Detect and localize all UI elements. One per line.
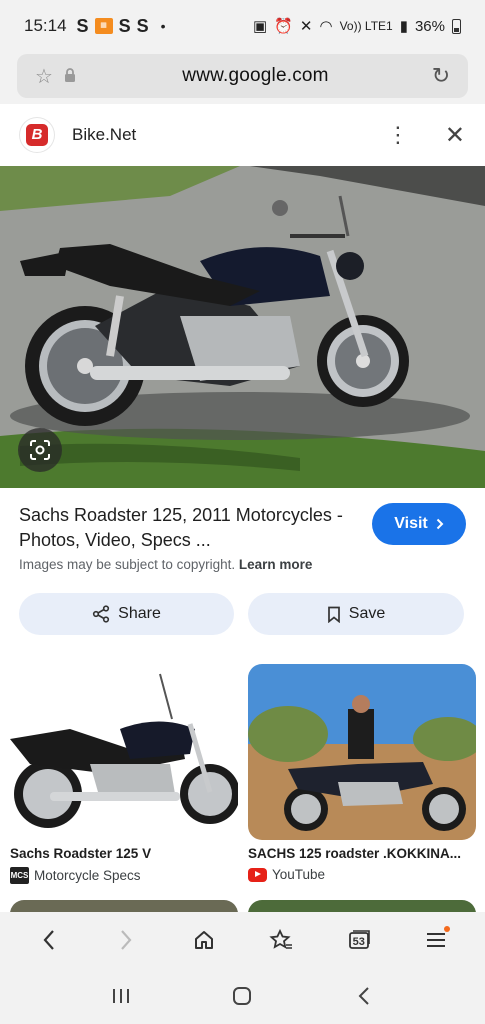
related-result-image[interactable] bbox=[10, 664, 238, 840]
browser-toolbar: 53 bbox=[0, 912, 485, 968]
menu-button[interactable] bbox=[416, 920, 456, 960]
home-nav-icon bbox=[233, 987, 252, 1005]
related-result-image[interactable] bbox=[248, 664, 476, 840]
reload-icon[interactable]: ↻ bbox=[428, 63, 454, 89]
status-time: 15:14 bbox=[24, 16, 67, 35]
related-result-title[interactable]: Sachs Roadster 125 V bbox=[10, 846, 238, 861]
save-button[interactable]: Save bbox=[248, 593, 464, 635]
status-notification-s: S bbox=[76, 15, 89, 36]
share-label: Share bbox=[118, 605, 161, 622]
bookmarks-star-icon bbox=[269, 929, 293, 949]
url-text[interactable]: www.google.com bbox=[83, 65, 428, 87]
copyright-notice: Images may be subject to copyright. Lear… bbox=[19, 557, 312, 572]
url-bar[interactable]: ☆ www.google.com ↻ bbox=[17, 54, 468, 98]
site-name: Bike.Net bbox=[72, 125, 137, 144]
related-result-source: MCS Motorcycle Specs bbox=[10, 867, 238, 884]
system-navigation-bar bbox=[0, 968, 485, 1024]
lens-icon bbox=[30, 440, 50, 460]
bookmarks-button[interactable] bbox=[261, 920, 301, 960]
wifi-icon: ◠ bbox=[319, 18, 333, 35]
home-icon bbox=[194, 931, 213, 949]
chevron-right-icon bbox=[436, 518, 444, 530]
related-result-source: YouTube bbox=[248, 867, 476, 882]
forward-button[interactable] bbox=[106, 920, 146, 960]
related-result-card[interactable]: Sachs Roadster 125 V MCS Motorcycle Spec… bbox=[10, 664, 238, 884]
status-notification-s: S bbox=[118, 15, 131, 36]
forward-arrow-icon bbox=[121, 930, 132, 950]
visit-button[interactable]: Visit bbox=[372, 503, 466, 545]
youtube-icon bbox=[248, 867, 267, 882]
more-options-icon[interactable]: ⋮ bbox=[387, 124, 409, 146]
status-notification-s: S bbox=[136, 15, 149, 36]
notification-dot bbox=[444, 926, 451, 932]
signal-icon: ▮ bbox=[399, 18, 408, 35]
result-panel-header: B Bike.Net ⋮ ✕ bbox=[0, 104, 485, 166]
url-bar-container: ☆ www.google.com ↻ bbox=[0, 52, 485, 104]
battery-percent: 36% bbox=[414, 17, 445, 35]
status-bar: 15:14 S ▦ S S • ▣ ⏰ ✕ ◠ Vo)) LTE1 ▮ 36% bbox=[0, 0, 485, 52]
copyright-text: Images may be subject to copyright. bbox=[19, 557, 236, 572]
close-icon[interactable]: ✕ bbox=[445, 121, 465, 150]
save-label: Save bbox=[348, 605, 386, 622]
learn-more-link[interactable]: Learn more bbox=[239, 557, 313, 572]
google-lens-button[interactable] bbox=[18, 428, 62, 472]
tabs-count: 53 bbox=[352, 936, 365, 948]
home-button[interactable] bbox=[184, 920, 224, 960]
related-result-card[interactable]: SACHS 125 roadster .KOKKINA... YouTube bbox=[248, 664, 476, 882]
source-name: YouTube bbox=[272, 867, 326, 882]
tabs-button[interactable]: 53 bbox=[339, 920, 379, 960]
back-nav-icon bbox=[358, 987, 369, 1005]
home-nav-button[interactable] bbox=[222, 976, 262, 1016]
bookmark-star-icon[interactable]: ☆ bbox=[31, 64, 57, 89]
mute-icon: ✕ bbox=[299, 18, 313, 35]
back-button[interactable] bbox=[29, 920, 69, 960]
source-name: Motorcycle Specs bbox=[34, 868, 141, 883]
visit-label: Visit bbox=[394, 515, 428, 532]
back-nav-button[interactable] bbox=[344, 976, 384, 1016]
share-button[interactable]: Share bbox=[19, 593, 234, 635]
more-notifications-dot: • bbox=[160, 18, 166, 34]
lock-icon bbox=[57, 65, 83, 88]
recent-apps-icon bbox=[112, 989, 129, 1003]
result-title[interactable]: Sachs Roadster 125, 2011 Motorcycles - P… bbox=[19, 503, 359, 553]
network-type: Vo)) LTE1 bbox=[339, 19, 393, 33]
related-result-title[interactable]: SACHS 125 roadster .KOKKINA... bbox=[248, 846, 476, 861]
back-arrow-icon bbox=[43, 930, 54, 950]
notification-icon: ▣ bbox=[253, 18, 268, 35]
site-logo: B bbox=[20, 118, 54, 152]
news-app-icon: ▦ bbox=[94, 18, 113, 34]
alarm-icon: ⏰ bbox=[274, 18, 293, 35]
share-icon bbox=[93, 605, 110, 623]
battery-icon bbox=[452, 18, 461, 34]
recent-apps-button[interactable] bbox=[101, 976, 141, 1016]
motorcycle-specs-icon: MCS bbox=[10, 867, 29, 884]
result-image[interactable] bbox=[0, 166, 485, 488]
bookmark-icon bbox=[327, 606, 340, 623]
menu-icon bbox=[427, 933, 446, 947]
